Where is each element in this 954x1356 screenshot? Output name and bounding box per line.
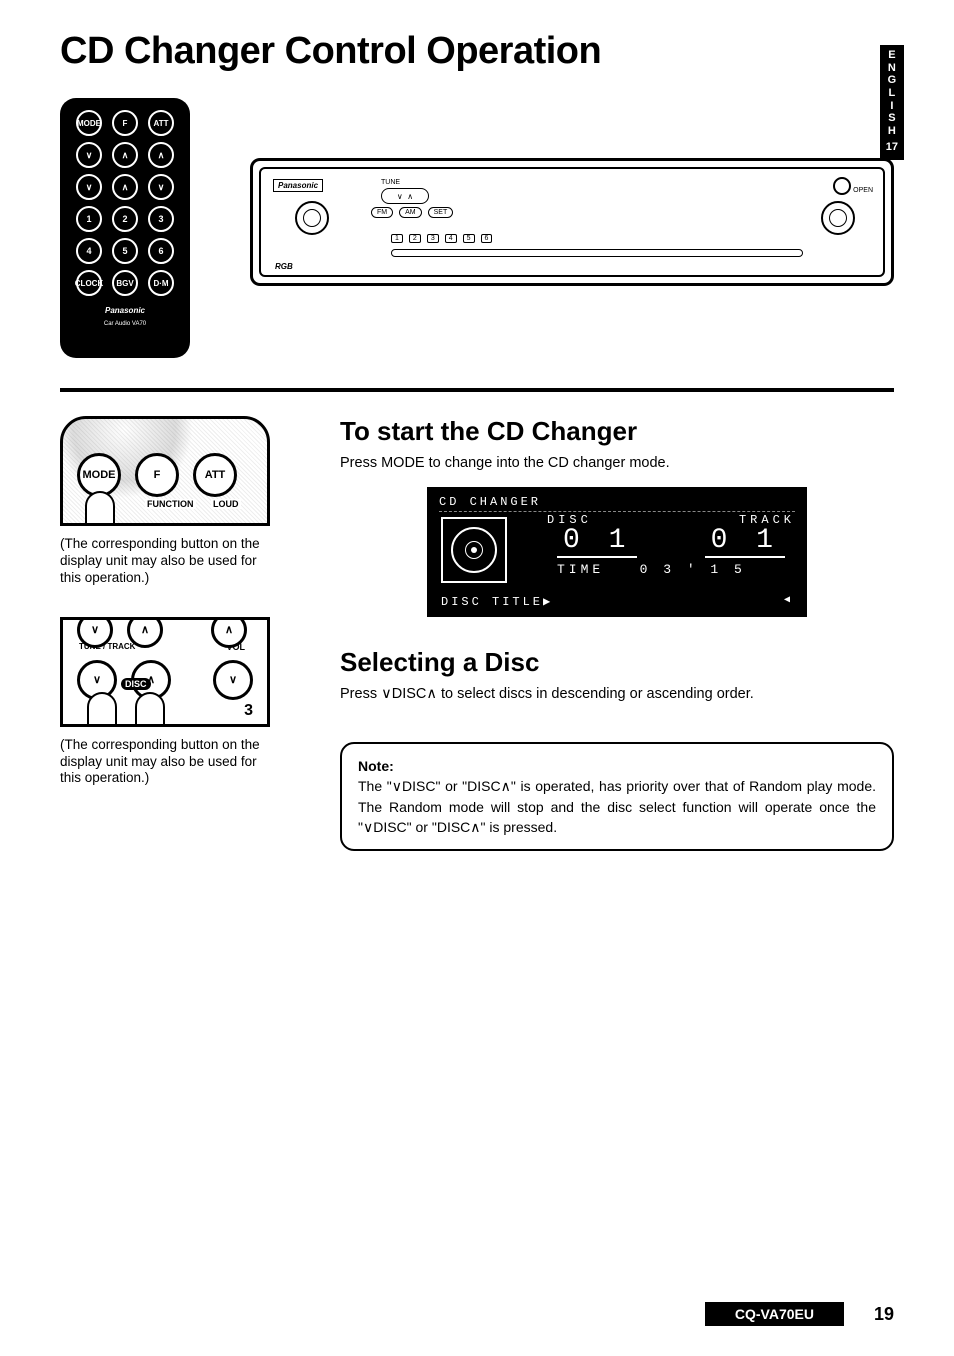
headunit-fm-pill: FM bbox=[371, 207, 393, 218]
remote-att-button: ATT bbox=[148, 110, 174, 136]
page-title: CD Changer Control Operation bbox=[60, 30, 894, 73]
language-tab: E N G L I S H 17 bbox=[880, 45, 904, 160]
remote-f-button: F bbox=[112, 110, 138, 136]
remote-mode-button: MODE bbox=[76, 110, 102, 136]
closeup2-top-up: ∧ bbox=[127, 617, 163, 648]
headunit-set-pill: SET bbox=[428, 207, 454, 218]
closeup-f-button: F bbox=[135, 453, 179, 497]
remote-num-5: 5 bbox=[112, 238, 138, 264]
headunit-preset-row: 1 2 3 4 5 6 bbox=[391, 234, 803, 243]
closeup1-note: (The corresponding button on the display… bbox=[60, 536, 280, 587]
section-select-text: Press DISC to select discs in descending… bbox=[340, 686, 894, 702]
headunit-tune-rocker: ∨ ∧ bbox=[381, 188, 429, 204]
closeup2-top-down: ∨ bbox=[77, 617, 113, 648]
display-disc-value: 0 1 bbox=[557, 525, 637, 558]
headunit-right-knob bbox=[821, 201, 855, 235]
headunit-rgb-label: RGB bbox=[275, 262, 293, 271]
headunit-cd-slot bbox=[391, 249, 803, 257]
note-box: Note: The "∨DISC" or "DISC∧" is operated… bbox=[340, 742, 894, 851]
note-label: Note: bbox=[358, 758, 394, 774]
headunit-left-knob bbox=[295, 201, 329, 235]
finger-press-icon bbox=[85, 491, 115, 526]
remote-bgv-button: BGV bbox=[112, 270, 138, 296]
page-number: 19 bbox=[874, 1304, 894, 1325]
closeup-loud-label: LOUD bbox=[211, 499, 241, 509]
remote-num-1: 1 bbox=[76, 206, 102, 232]
headunit-band-pills: FM AM SET bbox=[371, 207, 453, 218]
remote-num-4: 4 bbox=[76, 238, 102, 264]
remote-sublabel: Car Audio VA70 bbox=[104, 321, 146, 327]
head-unit-illustration: Panasonic TUNE ∨ ∧ FM AM SET OPEN 1 2 bbox=[250, 158, 894, 286]
headunit-open: OPEN bbox=[833, 177, 873, 200]
finger-press-icon bbox=[87, 692, 117, 727]
mode-button-closeup: MODE F ATT FUNCTION LOUD bbox=[60, 416, 270, 526]
remote-tune-up-button: ∧ bbox=[112, 142, 138, 168]
remote-num-6: 6 bbox=[148, 238, 174, 264]
section-start-title: To start the CD Changer bbox=[340, 416, 894, 447]
page-footer: CQ-VA70EU 19 bbox=[0, 1302, 954, 1326]
headunit-tune-label: TUNE ∨ ∧ bbox=[381, 179, 429, 204]
display-cd-icon bbox=[441, 517, 507, 583]
closeup2-vol-up: ∧ bbox=[211, 617, 247, 648]
note-body: The "∨DISC" or "DISC∧" is operated, has … bbox=[358, 778, 876, 835]
remote-vol-up-button: ∧ bbox=[148, 142, 174, 168]
remote-vol-down-button: ∨ bbox=[148, 174, 174, 200]
section-divider bbox=[60, 388, 894, 392]
display-track-value: 0 1 bbox=[705, 525, 785, 558]
closeup-function-label: FUNCTION bbox=[145, 499, 196, 509]
closeup2-vol-down: ∨ bbox=[213, 660, 253, 700]
chevron-up-icon bbox=[426, 686, 437, 702]
closeup2-three: 3 bbox=[244, 702, 253, 720]
remote-dm-button: D·M bbox=[148, 270, 174, 296]
remote-disc-down-button: ∨ bbox=[76, 174, 102, 200]
closeup2-note: (The corresponding button on the display… bbox=[60, 737, 280, 788]
display-header: CD CHANGER bbox=[439, 495, 795, 512]
remote-num-2: 2 bbox=[112, 206, 138, 232]
lcd-display-illustration: CD CHANGER DISC TRACK 0 1 0 1 TIME 0 3 '… bbox=[427, 487, 807, 617]
headunit-brand: Panasonic bbox=[273, 179, 323, 192]
finger-press-icon bbox=[135, 692, 165, 727]
remote-disc-up-button: ∧ bbox=[112, 174, 138, 200]
language-letters: E N G L I S H bbox=[886, 49, 898, 137]
display-right-arrow: ◀ bbox=[784, 594, 793, 609]
headunit-am-pill: AM bbox=[399, 207, 422, 218]
eject-icon bbox=[833, 177, 851, 195]
display-time-label: TIME bbox=[557, 562, 604, 577]
remote-control-illustration: MODE F ATT ∨ ∧ ∧ ∨ ∧ ∨ 1 2 3 4 5 6 CLOCK… bbox=[60, 98, 190, 358]
display-disc-title: DISC TITLE▶ bbox=[441, 594, 553, 609]
display-time-value: 0 3 ' 1 5 bbox=[640, 562, 746, 577]
remote-clock-button: CLOCK bbox=[76, 270, 102, 296]
remote-tune-down-button: ∨ bbox=[76, 142, 102, 168]
model-badge: CQ-VA70EU bbox=[705, 1302, 844, 1326]
closeup-att-button: ATT bbox=[193, 453, 237, 497]
remote-brand: Panasonic bbox=[105, 306, 145, 315]
remote-num-3: 3 bbox=[148, 206, 174, 232]
section-select-title: Selecting a Disc bbox=[340, 647, 894, 678]
closeup2-disc-label: DISC bbox=[121, 678, 151, 690]
side-page-number: 17 bbox=[886, 141, 898, 154]
section-start-text: Press MODE to change into the CD changer… bbox=[340, 455, 894, 471]
disc-button-closeup: TUNE / TRACK VOL ∨ ∧ ∧ ∨ ∧ ∨ DISC 3 bbox=[60, 617, 270, 727]
chevron-down-icon bbox=[381, 686, 392, 702]
